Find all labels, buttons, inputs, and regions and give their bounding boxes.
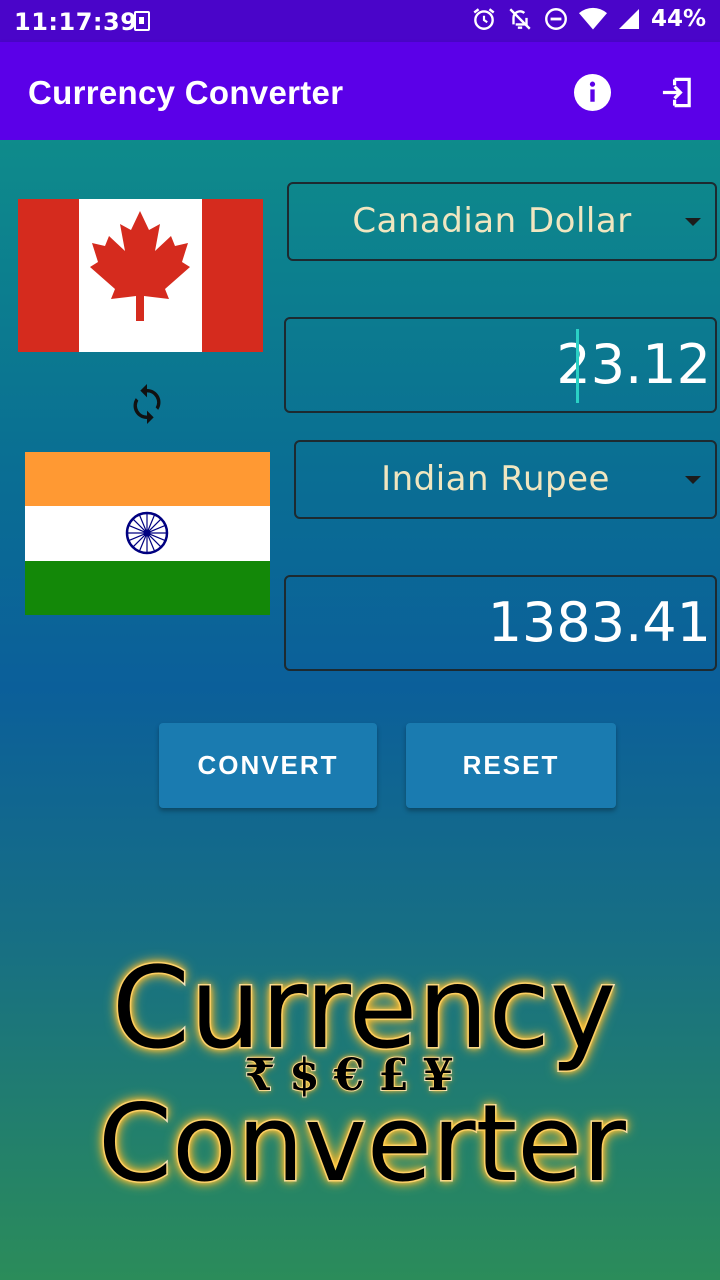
app-bar: Currency Converter (0, 42, 720, 140)
flag-green-band (25, 560, 270, 615)
dropdown-arrow-icon (685, 218, 701, 226)
maple-leaf-icon (90, 211, 190, 321)
from-currency-label: Canadian Dollar (352, 201, 632, 241)
app-title: Currency Converter (28, 74, 344, 111)
to-currency-label: Indian Rupee (381, 459, 610, 499)
main-content: Canadian Dollar 23.12 Indian Rupee 1383.… (0, 140, 720, 1280)
alarm-icon (473, 8, 495, 30)
flag-red-band (202, 199, 263, 352)
dropdown-arrow-icon (685, 476, 701, 484)
reset-button[interactable]: RESET (406, 723, 616, 808)
from-amount-input[interactable]: 23.12 (284, 317, 717, 413)
convert-button[interactable]: CONVERT (159, 723, 377, 808)
sim-card-icon (134, 11, 150, 31)
to-amount-output: 1383.41 (284, 575, 717, 671)
battery-level: 44% (650, 6, 706, 32)
exit-button[interactable] (660, 75, 695, 110)
logo-line-converter: Converter (97, 1081, 628, 1207)
to-currency-dropdown[interactable]: Indian Rupee (294, 440, 717, 519)
info-button[interactable] (574, 74, 611, 111)
info-icon (574, 74, 611, 111)
cell-signal-icon (618, 9, 639, 29)
ashoka-chakra-icon (125, 512, 169, 555)
canada-flag (18, 199, 263, 352)
app-logo: Currency ₹$€£¥ Converter (0, 940, 720, 1207)
status-bar: 11:17:39 44% (0, 0, 720, 42)
status-icons: 44% (471, 6, 706, 32)
flag-white-band (25, 506, 270, 561)
flag-red-band (18, 199, 79, 352)
exit-icon (662, 77, 691, 108)
from-amount-value: 23.12 (556, 333, 711, 396)
text-cursor (576, 329, 579, 403)
india-flag (25, 452, 270, 615)
swap-icon[interactable] (127, 382, 167, 426)
flag-saffron-band (25, 452, 270, 507)
notifications-off-icon (509, 8, 531, 30)
to-amount-value: 1383.41 (487, 591, 711, 654)
from-currency-dropdown[interactable]: Canadian Dollar (287, 182, 717, 261)
do-not-disturb-icon (544, 8, 567, 30)
wifi-icon (578, 7, 607, 30)
status-time: 11:17:39 (14, 8, 138, 36)
